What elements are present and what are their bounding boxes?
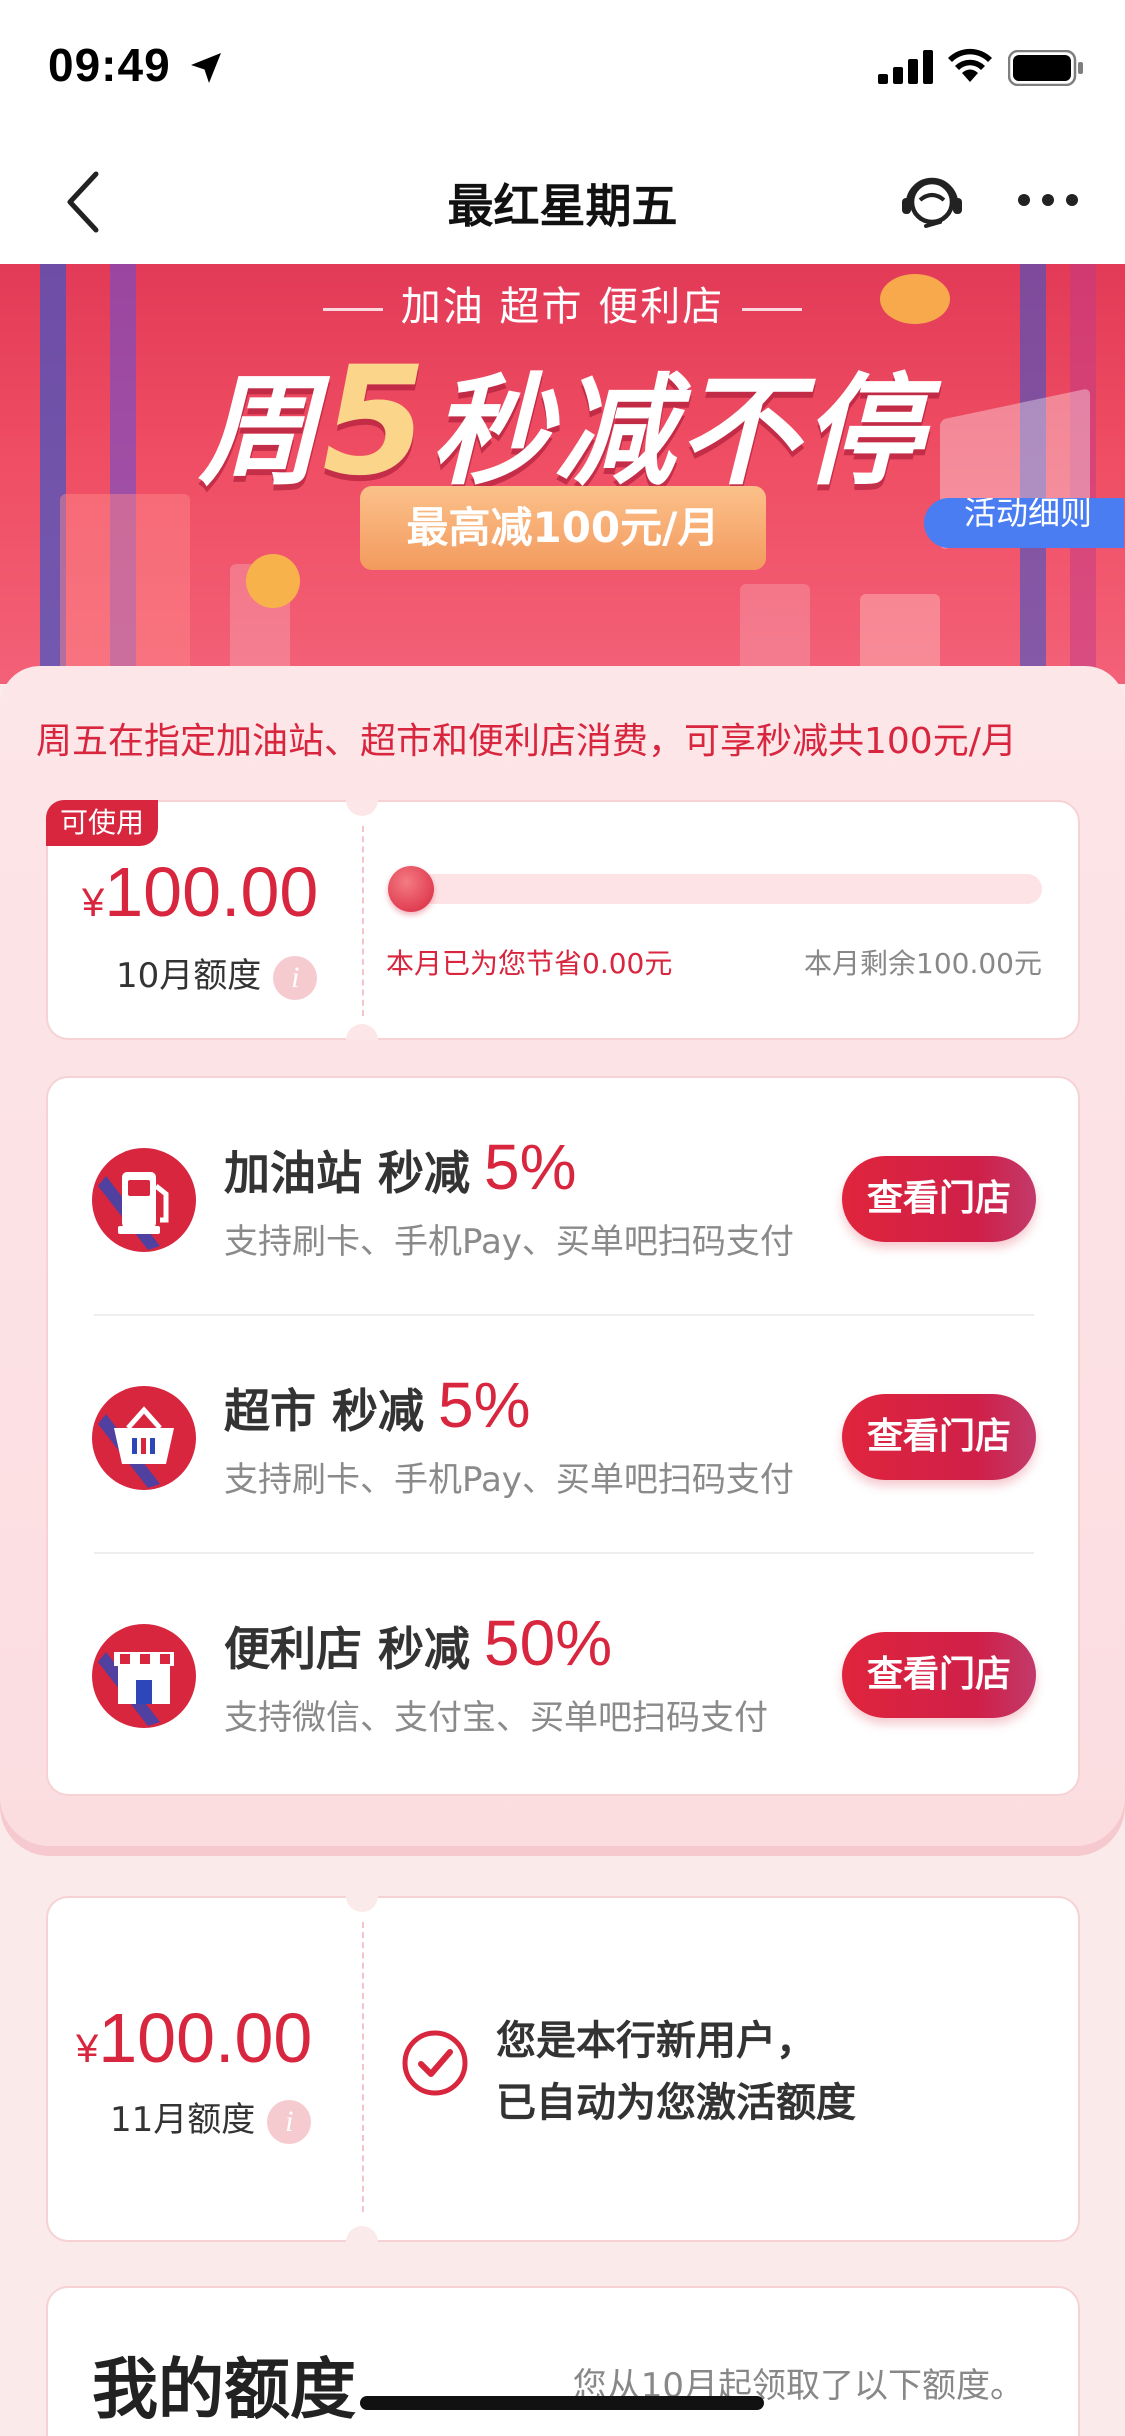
card-notch (346, 1896, 378, 1912)
card-divider (362, 1922, 364, 2212)
home-indicator[interactable] (360, 2396, 764, 2410)
view-stores-button-convenience[interactable]: 查看门店 (842, 1632, 1036, 1718)
store-name-text: 加油站 秒减 (224, 1146, 471, 1200)
info-icon[interactable]: i (267, 2099, 312, 2144)
payment-methods: 支持刷卡、手机Pay、买单吧扫码支付 (224, 1460, 794, 1500)
october-quota-card: 可使用 ¥100.00 10月额度 i 本月已为您节省0.00元 本月剩余100.… (46, 800, 1080, 1040)
activation-line-2: 已自动为您激活额度 (496, 2080, 856, 2126)
promo-banner: 加油 超市 便利店 周5秒减不停 最高减100元/月 活动细则 (0, 264, 1125, 684)
store-name-text: 超市 秒减 (224, 1384, 425, 1438)
activation-line-1: 您是本行新用户， (496, 2018, 816, 2064)
banner-top-text: 加油 超市 便利店 (0, 274, 1125, 332)
quota-amount-value: 100.00 (104, 853, 319, 931)
banner-building (60, 494, 190, 684)
my-quota-section: 我的额度 您从10月起领取了以下额度。 (46, 2286, 1080, 2436)
list-item-gas-station: 加油站 秒减 5% 支持刷卡、手机Pay、买单吧扫码支付 查看门店 (48, 1078, 1082, 1314)
view-stores-button-gas[interactable]: 查看门店 (842, 1156, 1036, 1242)
quota-month-label: 10月额度 i (116, 948, 318, 1000)
quota-amount: ¥100.00 (82, 852, 318, 932)
saved-amount-text: 本月已为您节省0.00元 (386, 947, 673, 980)
more-icon[interactable] (1016, 180, 1080, 220)
discount-percent: 50% (484, 1607, 613, 1679)
customer-service-icon[interactable] (896, 164, 968, 236)
list-item-convenience-store: 便利店 秒减 50% 支持微信、支付宝、买单吧扫码支付 查看门店 (48, 1554, 1082, 1790)
november-month-text: 11月额度 (110, 2100, 256, 2140)
payment-methods: 支持刷卡、手机Pay、买单吧扫码支付 (224, 1222, 794, 1262)
promo-description: 周五在指定加油站、超市和便利店消费，可享秒减共100元/月 (36, 721, 1017, 762)
list-item-supermarket: 超市 秒减 5% 支持刷卡、手机Pay、买单吧扫码支付 查看门店 (48, 1316, 1082, 1552)
discount-panel: 周五在指定加油站、超市和便利店消费，可享秒减共100元/月 可使用 ¥100.0… (0, 666, 1125, 1846)
november-quota-amount: ¥100.00 (76, 1998, 312, 2078)
banner-headline-pre: 周 (198, 363, 323, 502)
banner-headline: 周5秒减不停 (0, 334, 1125, 509)
activity-rules-button[interactable]: 活动细则 (924, 498, 1124, 548)
info-icon[interactable]: i (273, 955, 318, 1000)
store-name-text: 便利店 秒减 (224, 1622, 471, 1676)
store-name: 超市 秒减 5% (224, 1368, 531, 1442)
store-icon (92, 1624, 196, 1728)
november-month-label: 11月额度 i (110, 2092, 312, 2144)
currency-symbol: ¥ (76, 2027, 99, 2071)
card-notch (346, 800, 378, 816)
banner-headline-num: 5 (322, 335, 431, 509)
location-arrow-icon (191, 53, 221, 83)
nav-bar: 最红星期五 (0, 140, 1125, 264)
card-notch (346, 1024, 378, 1040)
discount-percent: 5% (484, 1131, 577, 1203)
view-stores-button-supermarket[interactable]: 查看门店 (842, 1394, 1036, 1480)
gas-station-icon (92, 1148, 196, 1252)
card-divider (362, 826, 364, 1016)
check-circle-icon (402, 2030, 468, 2096)
november-quota-card: ¥100.00 11月额度 i 您是本行新用户， 已自动为您激活额度 (46, 1896, 1080, 2242)
activation-message: 您是本行新用户， 已自动为您激活额度 (496, 2010, 856, 2134)
my-quota-title: 我的额度 (92, 2351, 356, 2428)
store-name: 便利店 秒减 50% (224, 1606, 612, 1680)
status-bar: 09:49 (0, 0, 1125, 140)
stores-card: 加油站 秒减 5% 支持刷卡、手机Pay、买单吧扫码支付 查看门店 超市 秒减 5%… (46, 1076, 1080, 1796)
currency-symbol: ¥ (82, 881, 105, 925)
shopping-basket-icon (92, 1386, 196, 1490)
november-amount-value: 100.00 (98, 1999, 313, 2077)
banner-headline-post: 秒减不停 (430, 363, 927, 502)
battery-icon (1008, 50, 1083, 86)
payment-methods: 支持微信、支付宝、买单吧扫码支付 (224, 1698, 768, 1738)
banner-coin (246, 554, 300, 608)
discount-percent: 5% (438, 1369, 531, 1441)
banner-max-discount: 最高减100元/月 (360, 486, 766, 570)
status-time: 09:49 (48, 39, 171, 91)
quota-month-text: 10月额度 (116, 956, 262, 996)
savings-progress-track (388, 874, 1042, 904)
banner-top-label: 加油 超市 便利店 (400, 284, 725, 330)
cellular-signal-icon (878, 50, 933, 84)
available-badge: 可使用 (46, 800, 158, 846)
remaining-amount-text: 本月剩余100.00元 (804, 947, 1042, 980)
wifi-icon (948, 48, 992, 82)
card-notch (346, 2226, 378, 2242)
savings-progress-knob (388, 866, 434, 912)
store-name: 加油站 秒减 5% (224, 1130, 577, 1204)
